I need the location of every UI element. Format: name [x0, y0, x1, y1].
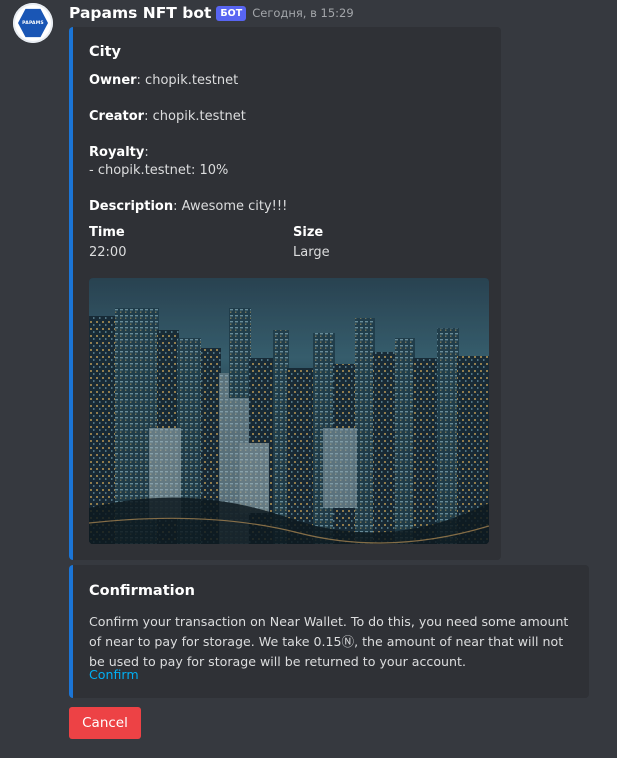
- cancel-button[interactable]: Cancel: [69, 707, 141, 739]
- papams-logo-icon: PAPAMS: [18, 8, 48, 38]
- nft-image[interactable]: [89, 278, 489, 544]
- field-name-size: Size: [293, 225, 324, 240]
- owner-field: Owner: chopik.testnet: [89, 73, 238, 88]
- confirmation-embed: Confirmation Confirm your transaction on…: [69, 565, 589, 698]
- royalty-colon: :: [144, 145, 149, 160]
- embed-title: City: [89, 44, 121, 60]
- description-value: : Awesome city!!!: [173, 199, 288, 214]
- field-name-time: Time: [89, 225, 125, 240]
- message-header: Papams NFT bot БОТ Сегодня, в 15:29: [69, 4, 354, 22]
- description-label: Description: [89, 199, 174, 214]
- bot-badge: БОТ: [216, 5, 247, 21]
- owner-label: Owner: [89, 73, 137, 88]
- creator-label: Creator: [89, 109, 145, 124]
- confirmation-title: Confirmation: [89, 583, 195, 599]
- city-skyline-image: [89, 278, 489, 544]
- message-timestamp[interactable]: Сегодня, в 15:29: [252, 6, 353, 20]
- royalty-label: Royalty: [89, 145, 145, 160]
- description-field: Description: Awesome city!!!: [89, 199, 287, 214]
- royalty-item: - chopik.testnet: 10%: [89, 163, 229, 178]
- nft-embed: City Owner: chopik.testnet Creator: chop…: [69, 27, 501, 560]
- field-value-time: 22:00: [89, 245, 127, 260]
- confirmation-text: Confirm your transaction on Near Wallet.…: [89, 614, 569, 669]
- royalty-field: Royalty:: [89, 145, 149, 160]
- owner-value: : chopik.testnet: [136, 73, 239, 88]
- bot-avatar[interactable]: PAPAMS: [13, 3, 53, 43]
- creator-field: Creator: chopik.testnet: [89, 109, 246, 124]
- avatar-logo-text: PAPAMS: [22, 20, 44, 26]
- confirm-link[interactable]: Confirm: [89, 667, 139, 682]
- field-value-size: Large: [293, 245, 330, 260]
- creator-value: : chopik.testnet: [144, 109, 246, 124]
- author-name[interactable]: Papams NFT bot: [69, 4, 211, 22]
